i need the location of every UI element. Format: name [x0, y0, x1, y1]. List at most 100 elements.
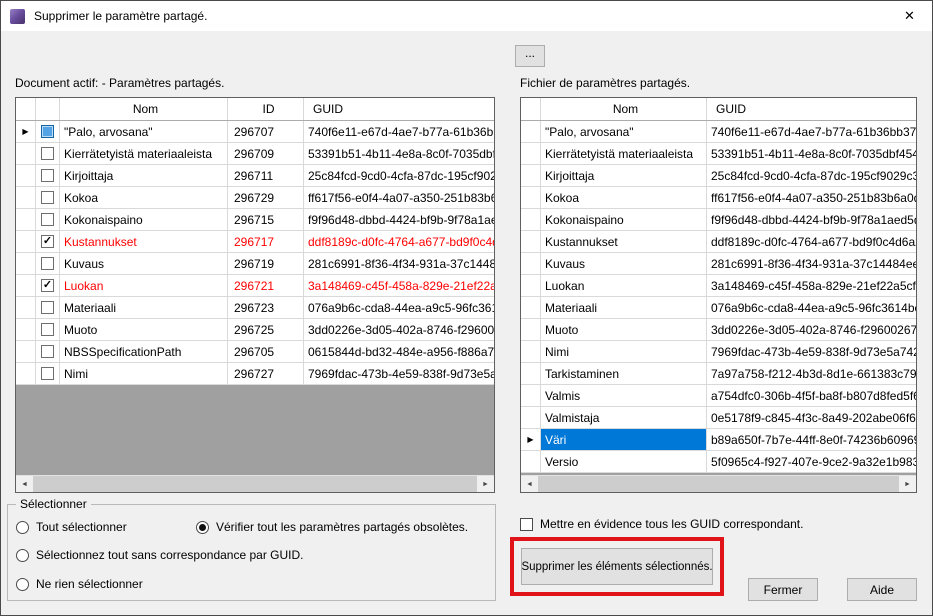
file-table-row[interactable]: Kustannukset ddf8189c-d0fc-4764-a677-bd9f… — [521, 231, 916, 253]
file-table-body: "Palo, arvosana" 740f6e11-e67d-4ae7-b77a-… — [521, 121, 916, 473]
document-table-row[interactable]: Muoto 296725 3dd0226e-3d05-402a-8746-f2960… — [16, 319, 494, 341]
row-checkbox-cell[interactable] — [36, 187, 60, 208]
row-checkbox[interactable] — [41, 169, 54, 182]
file-table-row[interactable]: Tarkistaminen 7a97a758-f212-4b3d-8d1e-661… — [521, 363, 916, 385]
file-table-row[interactable]: Valmistaja 0e5178f9-c845-4f3c-8a49-202abe… — [521, 407, 916, 429]
radio-check-obsolete[interactable]: Vérifier tout les paramètres partagés ob… — [196, 520, 468, 534]
row-checkbox-cell[interactable] — [36, 363, 60, 384]
file-table-row[interactable]: Valmis a754dfc0-306b-4f5f-ba8f-b807d8fed5… — [521, 385, 916, 407]
row-checkbox-cell[interactable] — [36, 253, 60, 274]
row-checkbox-cell[interactable] — [36, 143, 60, 164]
param-guid-cell: ff617f56-e0f4-4a07-a350-251b83b6a0df — [308, 190, 494, 205]
highlight-guid-checkbox[interactable]: Mettre en évidence tous les GUID corresp… — [520, 517, 803, 531]
document-table-row[interactable]: Kierrätetyistä materiaaleista 296709 53391… — [16, 143, 494, 165]
row-checkbox-cell[interactable] — [36, 209, 60, 230]
current-row-marker: ▶ — [521, 429, 541, 450]
radio-icon[interactable] — [16, 548, 29, 562]
row-checkbox-cell[interactable]: ✓ — [36, 231, 60, 252]
file-table-row[interactable]: "Palo, arvosana" 740f6e11-e67d-4ae7-b77a-… — [521, 121, 916, 143]
param-guid-cell: 281c6991-8f36-4f34-931a-37c14484ee7d — [711, 256, 916, 271]
guid-column-header[interactable]: GUID — [707, 98, 916, 120]
document-table-row[interactable]: Kuvaus 296719 281c6991-8f36-4f34-931a-37c1… — [16, 253, 494, 275]
file-table-row[interactable]: Luokan 3a148469-c45f-458a-829e-21ef22a5cf… — [521, 275, 916, 297]
scrollbar-thumb[interactable] — [538, 476, 899, 492]
id-column-header[interactable]: ID — [228, 98, 304, 120]
guid-column-header[interactable]: GUID — [304, 98, 494, 120]
row-checkbox[interactable] — [41, 191, 54, 204]
document-table-row[interactable]: Kirjoittaja 296711 25c84fcd-9cd0-4cfa-87dc… — [16, 165, 494, 187]
radio-icon[interactable] — [16, 577, 29, 591]
param-guid-cell: 076a9b6c-cda8-44ea-a9c5-96fc3614bc26 — [711, 300, 916, 315]
row-checkbox[interactable] — [41, 345, 54, 358]
row-checkbox-cell[interactable] — [36, 319, 60, 340]
row-checkbox[interactable] — [41, 147, 54, 160]
file-table-row[interactable]: Kuvaus 281c6991-8f36-4f34-931a-37c14484ee… — [521, 253, 916, 275]
current-row-marker — [521, 297, 541, 318]
close-dialog-button[interactable]: Fermer — [748, 578, 818, 601]
param-id-cell: 296727 — [228, 363, 304, 384]
document-table-hscrollbar[interactable]: ◄ ► — [16, 475, 494, 492]
document-table-row[interactable]: ▶ "Palo, arvosana" 296707 740f6e11-e67d-4ae… — [16, 121, 494, 143]
document-table-row[interactable]: Materiaali 296723 076a9b6c-cda8-44ea-a9c5-… — [16, 297, 494, 319]
delete-selected-button[interactable]: Supprimer les éléments sélectionnés. — [521, 548, 713, 585]
radio-icon[interactable] — [196, 520, 209, 534]
param-name-cell: Kuvaus — [541, 253, 707, 274]
current-row-marker — [521, 143, 541, 164]
radio-select-no-guid-match[interactable]: Sélectionnez tout sans correspondance pa… — [16, 548, 303, 562]
file-table-row[interactable]: Versio 5f0965c4-f927-407e-9ce2-9a32e1b983… — [521, 451, 916, 473]
row-checkbox[interactable] — [41, 257, 54, 270]
row-checkbox-cell[interactable] — [36, 165, 60, 186]
close-icon[interactable]: ✕ — [887, 1, 932, 30]
row-checkbox[interactable] — [41, 367, 54, 380]
row-checkbox-cell[interactable] — [36, 297, 60, 318]
file-table-row[interactable]: Nimi 7969fdac-473b-4e59-838f-9d73e5a74295 — [521, 341, 916, 363]
param-guid-cell: 0e5178f9-c845-4f3c-8a49-202abe06f6b7 — [711, 410, 916, 425]
scroll-right-arrow-icon[interactable]: ► — [477, 476, 494, 492]
file-table-row[interactable]: ▶ Väri b89a650f-7b7e-44ff-8e0f-74236b60969… — [521, 429, 916, 451]
radio-select-all[interactable]: Tout sélectionner — [16, 520, 127, 534]
scrollbar-thumb[interactable] — [33, 476, 477, 492]
current-row-marker — [16, 363, 36, 384]
row-checkbox[interactable]: ✓ — [41, 279, 54, 292]
file-table-hscrollbar[interactable]: ◄ ► — [521, 475, 916, 492]
browse-button[interactable]: ... — [515, 45, 545, 67]
param-name-cell: Muoto — [541, 319, 707, 340]
file-table-row[interactable]: Kokoa ff617f56-e0f4-4a07-a350-251b83b6a0d… — [521, 187, 916, 209]
row-checkbox-cell[interactable] — [36, 341, 60, 362]
file-table-row[interactable]: Kirjoittaja 25c84fcd-9cd0-4cfa-87dc-195cf… — [521, 165, 916, 187]
row-checkbox[interactable] — [41, 213, 54, 226]
checkbox-icon[interactable] — [520, 517, 533, 531]
param-name-cell: Kokoa — [541, 187, 707, 208]
file-table-row[interactable]: Kierrätetyistä materiaaleista 53391b51-4b… — [521, 143, 916, 165]
help-button[interactable]: Aide — [847, 578, 917, 601]
param-name-cell: Kokonaispaino — [541, 209, 707, 230]
document-table-row[interactable]: Kokoa 296729 ff617f56-e0f4-4a07-a350-251b8… — [16, 187, 494, 209]
row-checkbox[interactable]: ✓ — [41, 235, 54, 248]
document-table-row[interactable]: Kokonaispaino 296715 f9f96d48-dbbd-4424-bf… — [16, 209, 494, 231]
row-checkbox-cell[interactable]: ✓ — [36, 275, 60, 296]
radio-select-none[interactable]: Ne rien sélectionner — [16, 577, 143, 591]
param-guid-cell: 7a97a758-f212-4b3d-8d1e-661383c79e4d — [711, 366, 916, 381]
scroll-left-arrow-icon[interactable]: ◄ — [521, 476, 538, 492]
radio-icon[interactable] — [16, 520, 29, 534]
document-table-row[interactable]: ✓ Luokan 296721 3a148469-c45f-458a-829e-21e… — [16, 275, 494, 297]
file-table-row[interactable]: Muoto 3dd0226e-3d05-402a-8746-f296002671e… — [521, 319, 916, 341]
row-checkbox[interactable] — [41, 301, 54, 314]
file-table-row[interactable]: Materiaali 076a9b6c-cda8-44ea-a9c5-96fc36… — [521, 297, 916, 319]
document-table-row[interactable]: NBSSpecificationPath 296705 0615844d-bd32-… — [16, 341, 494, 363]
document-table-row[interactable]: Nimi 296727 7969fdac-473b-4e59-838f-9d73e5… — [16, 363, 494, 385]
row-checkbox[interactable] — [41, 323, 54, 336]
name-column-header[interactable]: Nom — [60, 98, 228, 120]
param-guid-cell: ddf8189c-d0fc-4764-a677-bd9f0c4d6a... — [308, 234, 494, 249]
document-table-row[interactable]: ✓ Kustannukset 296717 ddf8189c-d0fc-4764-a6… — [16, 231, 494, 253]
checkbox-label: Mettre en évidence tous les GUID corresp… — [540, 517, 804, 531]
name-column-header[interactable]: Nom — [541, 98, 707, 120]
param-guid-cell: 0615844d-bd32-484e-a956-f886a7e3f... — [308, 344, 494, 359]
row-checkbox[interactable] — [41, 125, 54, 138]
file-table-row[interactable]: Kokonaispaino f9f96d48-dbbd-4424-bf9b-9f7… — [521, 209, 916, 231]
row-checkbox-cell[interactable] — [36, 121, 60, 142]
param-name-cell: NBSSpecificationPath — [60, 341, 228, 362]
radio-label: Tout sélectionner — [36, 520, 127, 534]
scroll-left-arrow-icon[interactable]: ◄ — [16, 476, 33, 492]
scroll-right-arrow-icon[interactable]: ► — [899, 476, 916, 492]
